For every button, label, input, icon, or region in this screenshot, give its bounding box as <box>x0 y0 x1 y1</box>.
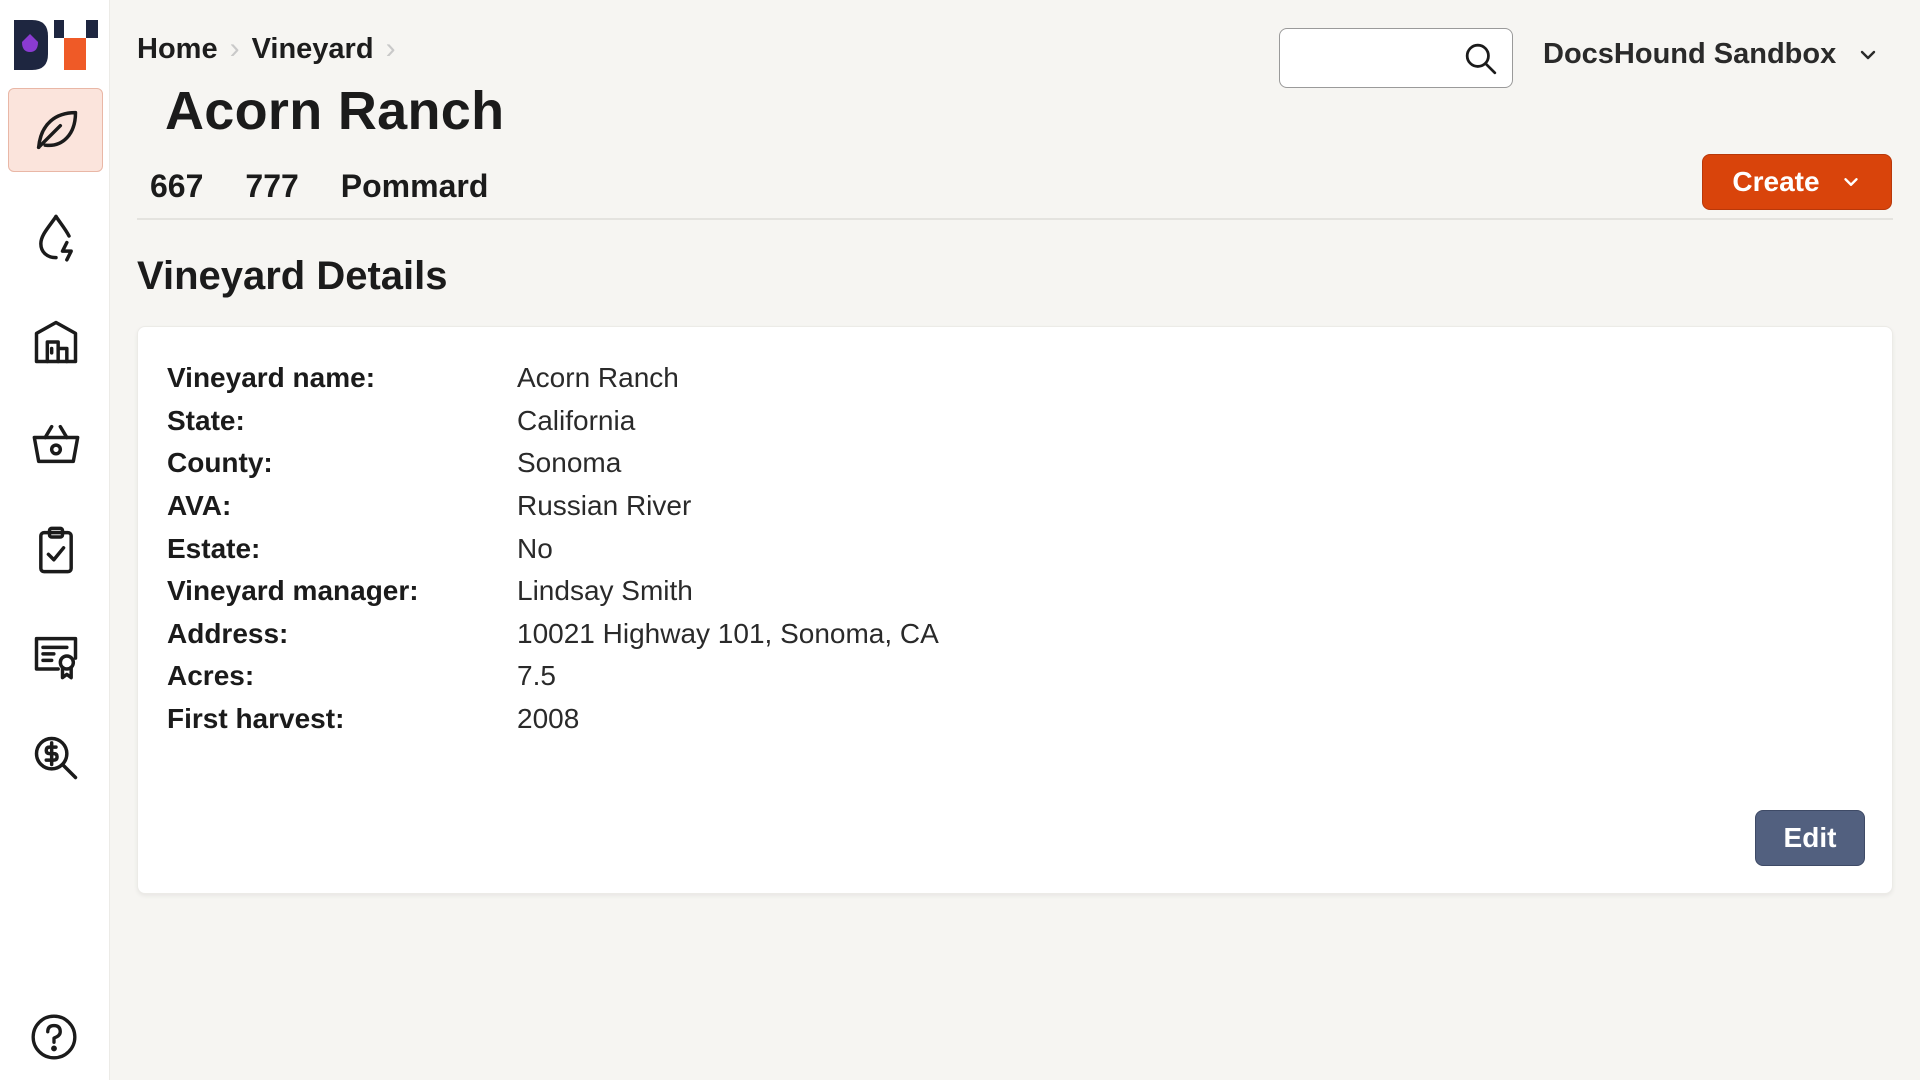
detail-value: Lindsay Smith <box>517 575 693 607</box>
detail-row-estate: Estate: No <box>167 527 939 570</box>
tag-item: 777 <box>245 168 299 204</box>
breadcrumb-vineyard[interactable]: Vineyard <box>252 33 374 66</box>
chevron-down-icon <box>1843 178 1858 186</box>
detail-label: AVA: <box>167 490 232 522</box>
detail-row-acres: Acres: 7.5 <box>167 655 939 698</box>
help-button[interactable] <box>29 1012 79 1062</box>
detail-value: Sonoma <box>517 447 622 479</box>
breadcrumb: Home › Vineyard › <box>137 32 408 66</box>
header-tags: 667 777 Pommard <box>150 168 530 205</box>
sidebar <box>0 0 110 1080</box>
divider <box>137 218 1893 220</box>
detail-value: 2008 <box>517 703 580 735</box>
detail-row-address: Address: 10021 Highway 101, Sonoma, CA <box>167 613 939 656</box>
basket-icon <box>32 424 79 464</box>
clipboard-check-icon <box>38 526 73 574</box>
detail-label: Vineyard name: <box>167 362 376 394</box>
create-button-label: Create <box>1732 166 1820 197</box>
sidebar-item-water[interactable] <box>8 194 103 278</box>
details-list: Vineyard name: Acorn Ranch State: Califo… <box>167 357 939 740</box>
edit-button[interactable]: Edit <box>1755 810 1865 866</box>
tag-item: 667 <box>150 168 204 204</box>
account-name: DocsHound Sandbox <box>1543 38 1837 70</box>
detail-label: State: <box>167 404 245 436</box>
section-title: Vineyard Details <box>137 254 448 298</box>
account-selector[interactable]: DocsHound Sandbox <box>1543 38 1880 71</box>
search-icon[interactable] <box>1464 42 1498 76</box>
detail-label: First harvest: <box>167 703 345 735</box>
detail-value: 10021 Highway 101, Sonoma, CA <box>517 617 939 649</box>
breadcrumb-home[interactable]: Home <box>137 33 218 66</box>
leaf-icon <box>36 110 77 150</box>
help-circle-icon <box>31 1014 77 1060</box>
building-icon <box>34 320 77 364</box>
sidebar-item-finance[interactable] <box>8 716 103 800</box>
sidebar-item-harvest[interactable] <box>8 402 103 486</box>
detail-label: Acres: <box>167 660 255 692</box>
detail-row-state: State: California <box>167 400 939 443</box>
detail-row-county: County: Sonoma <box>167 442 939 485</box>
app-logo[interactable] <box>14 20 100 70</box>
chevron-right-icon: › <box>385 32 396 65</box>
sidebar-item-vineyards[interactable] <box>8 88 103 172</box>
certificate-icon <box>34 636 77 680</box>
sidebar-item-tasks[interactable] <box>8 508 103 592</box>
water-drop-bolt-icon <box>38 214 73 262</box>
tag-item: Pommard <box>340 168 489 204</box>
detail-label: Vineyard manager: <box>167 575 419 607</box>
search-box[interactable] <box>1279 28 1513 88</box>
detail-value: California <box>517 404 636 436</box>
detail-value: Acorn Ranch <box>517 362 679 394</box>
detail-value: Russian River <box>517 490 692 522</box>
detail-value: 7.5 <box>517 660 556 692</box>
vineyard-details-card: Vineyard name: Acorn Ranch State: Califo… <box>137 326 1893 894</box>
detail-label: County: <box>167 447 273 479</box>
detail-row-vineyard-manager: Vineyard manager: Lindsay Smith <box>167 570 939 613</box>
search-input[interactable] <box>1290 39 1450 77</box>
sidebar-item-certifications[interactable] <box>8 614 103 698</box>
detail-label: Estate: <box>167 532 261 564</box>
sidebar-item-facilities[interactable] <box>8 300 103 384</box>
detail-row-first-harvest: First harvest: 2008 <box>167 698 939 741</box>
page-title: Acorn Ranch <box>165 81 505 141</box>
dollar-search-icon <box>34 736 77 780</box>
create-button[interactable]: Create <box>1702 154 1892 210</box>
detail-value: No <box>517 532 553 564</box>
detail-row-ava: AVA: Russian River <box>167 485 939 528</box>
detail-label: Address: <box>167 617 289 649</box>
chevron-right-icon: › <box>229 32 240 65</box>
chevron-down-icon <box>1861 50 1876 59</box>
detail-row-vineyard-name: Vineyard name: Acorn Ranch <box>167 357 939 400</box>
